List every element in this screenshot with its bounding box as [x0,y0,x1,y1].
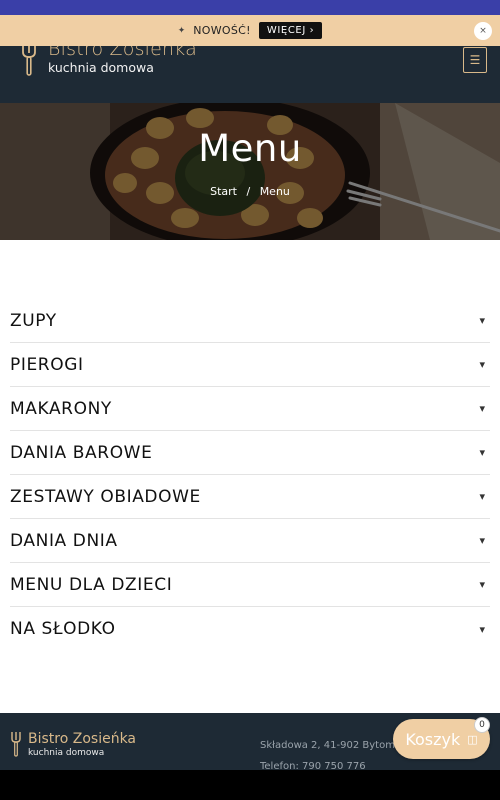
chevron-down-icon: ▾ [479,622,485,636]
category-label: ZUPY [10,310,57,331]
chevron-down-icon: ▾ [479,490,485,503]
promo-more-button[interactable]: WIĘCEJ › [258,22,323,39]
category-label: PIEROGI [10,354,84,375]
category-label: MAKARONY [10,398,112,419]
category-menu-dla-dzieci[interactable]: MENU DLA DZIECI ▾ [10,563,490,607]
category-zestawy-obiadowe[interactable]: ZESTAWY OBIADOWE ▾ [10,475,490,519]
page-title: Menu [198,127,302,170]
menu-content: ZUPY ▾ PIEROGI ▾ MAKARONY ▾ DANIA BAROWE… [0,240,500,713]
promo-bar: ✦ NOWOŚĆ! WIĘCEJ › × [0,15,500,46]
logo-subtitle: kuchnia domowa [48,60,154,75]
category-dania-dnia[interactable]: DANIA DNIA ▾ [10,519,490,563]
breadcrumb-separator: / [246,185,251,198]
hamburger-icon: ☰ [469,53,481,67]
category-zupy[interactable]: ZUPY ▾ [10,299,490,343]
breadcrumb: Start / Menu [0,185,500,198]
chevron-down-icon: ▾ [479,446,485,459]
footer-logo-name: Bistro Zosieńka [28,731,137,747]
breadcrumb-current: Menu [259,185,290,198]
category-dania-barowe[interactable]: DANIA BAROWE ▾ [10,431,490,475]
footer-logo[interactable]: Bistro Zosieńka kuchnia domowa [10,731,136,758]
footer-logo-subtitle: kuchnia domowa [28,748,105,758]
cart-count-badge: 0 [474,717,490,733]
menu-button[interactable]: ☰ [463,47,487,73]
cart-button[interactable]: Koszyk ◫ 0 [393,717,490,759]
chevron-down-icon: ▾ [479,534,485,547]
breadcrumb-start[interactable]: Start [210,185,237,198]
bottom-bar [0,770,500,800]
category-label: MENU DLA DZIECI [10,574,173,595]
close-icon: × [479,26,487,36]
cart-label: Koszyk [405,729,461,749]
promo-label: NOWOŚĆ! [193,24,251,37]
fork-icon [22,42,36,76]
hero-food-image [0,103,500,240]
chevron-down-icon: ▾ [479,402,485,415]
category-label: NA SŁODKO [10,619,116,639]
chevron-down-icon: ▾ [479,358,485,371]
category-list: ZUPY ▾ PIEROGI ▾ MAKARONY ▾ DANIA BAROWE… [10,299,490,651]
sparkle-icon: ✦ [177,25,186,36]
category-label: DANIA BAROWE [10,442,153,463]
chevron-down-icon: ▾ [479,578,485,591]
chevron-down-icon: ▾ [479,314,485,327]
top-strip [0,0,500,15]
category-label: ZESTAWY OBIADOWE [10,486,201,507]
hero-banner: Menu Start / Menu [0,103,500,240]
fork-icon [11,732,21,757]
category-makarony[interactable]: MAKARONY ▾ [10,387,490,431]
cart-icon: ◫ [467,732,478,746]
promo-close-button[interactable]: × [474,22,492,40]
footer-address: Składowa 2, 41-902 Bytom [260,740,395,751]
arrow-right-icon: › [309,25,315,36]
category-pierogi[interactable]: PIEROGI ▾ [10,343,490,387]
promo-more-label: WIĘCEJ [266,25,306,36]
category-label: DANIA DNIA [10,530,118,551]
category-na-slodko[interactable]: NA SŁODKO ▾ [10,607,490,651]
